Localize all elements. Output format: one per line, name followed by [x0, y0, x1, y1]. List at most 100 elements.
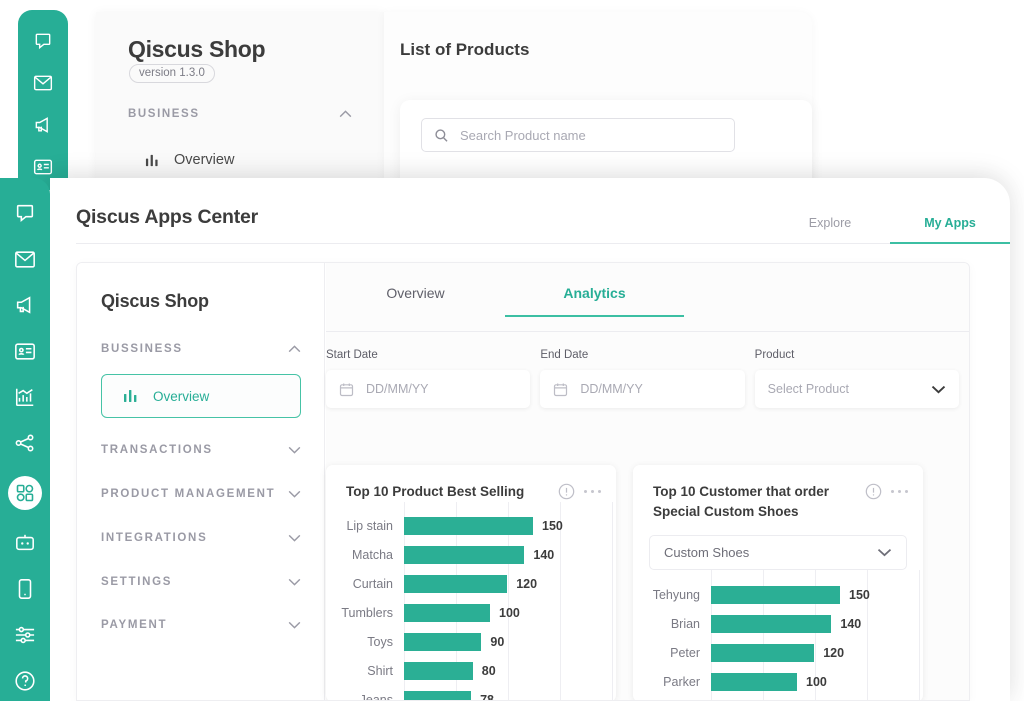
- more-horizontal-icon[interactable]: [584, 490, 602, 494]
- sidebar-group-bussiness[interactable]: BUSSINESS: [101, 339, 301, 359]
- analytics-chart-icon[interactable]: [12, 384, 38, 410]
- chart-bar: [404, 633, 481, 651]
- sidebar-group-label: INTEGRATIONS: [101, 532, 207, 544]
- background-nav-item-overview[interactable]: Overview: [145, 152, 234, 168]
- background-nav-rail: [18, 10, 68, 190]
- chart-bar-label: Matcha: [326, 548, 404, 562]
- search-product-field[interactable]: Search Product name: [421, 118, 735, 152]
- mobile-device-icon[interactable]: [12, 576, 38, 602]
- start-date-input[interactable]: DD/MM/YY: [326, 370, 530, 408]
- tab-my-apps[interactable]: My Apps: [890, 216, 1010, 244]
- end-date-input[interactable]: DD/MM/YY: [540, 370, 744, 408]
- start-date-label: Start Date: [326, 349, 530, 361]
- contact-card-icon[interactable]: [12, 338, 38, 364]
- chart-bar-label: Parker: [633, 675, 711, 689]
- chart-bar-label: Curtain: [326, 577, 404, 591]
- product-select[interactable]: Select Product: [755, 370, 959, 408]
- search-icon: [434, 128, 449, 143]
- chart-bar-label: Peter: [633, 646, 711, 660]
- chart-bar: [404, 662, 473, 680]
- page-title: Qiscus Apps Center: [76, 206, 258, 229]
- chart-bar-label: Shirt: [326, 664, 404, 678]
- chat-bubble-icon[interactable]: [12, 200, 38, 226]
- chart-bar-value: 120: [814, 646, 844, 660]
- chart-bar-row: Peter 120: [633, 638, 923, 667]
- chart-card-best-selling: Top 10 Product Best Selling Lip: [326, 465, 616, 701]
- filter-end-date: End Date DD/MM/YY: [540, 349, 744, 408]
- sidebar-group-label: PAYMENT: [101, 619, 167, 631]
- calendar-icon: [553, 382, 568, 397]
- tab-analytics[interactable]: Analytics: [505, 285, 684, 317]
- chart-bar-value: 100: [797, 675, 827, 689]
- chevron-down-icon: [288, 534, 301, 542]
- sidebar-group-payment[interactable]: PAYMENT: [101, 615, 301, 635]
- help-circle-icon[interactable]: [12, 668, 38, 694]
- chart-bar-value: 90: [481, 635, 504, 649]
- megaphone-icon[interactable]: [32, 114, 54, 136]
- chat-bubble-icon[interactable]: [32, 30, 54, 52]
- robot-icon[interactable]: [12, 530, 38, 556]
- sidebar-item-overview[interactable]: Overview: [101, 374, 301, 418]
- chart-bar-row: Matcha140: [326, 541, 616, 570]
- chart-card-header: Top 10 Customer that order Special Custo…: [633, 465, 923, 521]
- sidebar-group-transactions[interactable]: TRANSACTIONS: [101, 440, 301, 460]
- chevron-up-icon: [288, 345, 301, 353]
- chart-bar: [404, 604, 490, 622]
- more-horizontal-icon[interactable]: [891, 490, 909, 494]
- chart-title: Top 10 Customer that order Special Custo…: [653, 482, 843, 521]
- envelope-icon[interactable]: [12, 246, 38, 272]
- bar-chart-icon: [123, 388, 139, 404]
- chart-card-header: Top 10 Product Best Selling: [326, 465, 616, 502]
- sidebar-group-label: BUSSINESS: [101, 343, 183, 355]
- chart-bar-row: Tumblers100: [326, 599, 616, 628]
- chart-bar-value: 150: [840, 588, 870, 602]
- chart-bar-value: 80: [473, 664, 496, 678]
- custom-shoes-select[interactable]: Custom Shoes: [649, 535, 907, 570]
- contact-card-icon[interactable]: [32, 156, 54, 178]
- envelope-icon[interactable]: [32, 72, 54, 94]
- tab-overview[interactable]: Overview: [326, 285, 505, 317]
- sidebar-item-label: Overview: [153, 389, 209, 404]
- pane-tabs-divider: [326, 331, 969, 332]
- exclamation-circle-icon[interactable]: [865, 483, 882, 500]
- filter-product: Product Select Product: [755, 349, 959, 408]
- chart-card-actions: [558, 482, 602, 500]
- chevron-up-icon: [339, 110, 352, 118]
- tab-explore[interactable]: Explore: [770, 216, 890, 244]
- sidebar-group-settings[interactable]: SETTINGS: [101, 572, 301, 592]
- chart-bar-value: 120: [507, 577, 537, 591]
- chart-card-top-customers: Top 10 Customer that order Special Custo…: [633, 465, 923, 701]
- sliders-settings-icon[interactable]: [12, 622, 38, 648]
- content-card: Qiscus Shop BUSSINESS Overview TRANSACTI…: [76, 262, 970, 701]
- chevron-down-icon: [931, 385, 946, 394]
- apps-grid-icon[interactable]: [8, 476, 42, 510]
- chevron-down-icon: [288, 621, 301, 629]
- chart-bar-row: Lip stain150: [326, 512, 616, 541]
- chevron-down-icon: [288, 490, 301, 498]
- chart-bar-row: Aaron90: [633, 696, 923, 701]
- chart-bar-value: 100: [490, 606, 520, 620]
- background-nav-group-business[interactable]: BUSINESS: [128, 108, 352, 120]
- share-network-icon[interactable]: [12, 430, 38, 456]
- exclamation-circle-icon[interactable]: [558, 483, 575, 500]
- chart-plot-area: Tehyung150Brian140Peter120Parker100Aaron…: [633, 570, 923, 701]
- megaphone-icon[interactable]: [12, 292, 38, 318]
- product-select-placeholder: Select Product: [768, 382, 919, 396]
- chart-bar-row: Toys90: [326, 628, 616, 657]
- background-app-title: Qiscus Shop: [128, 36, 265, 63]
- chart-bar: [711, 586, 840, 604]
- analytics-pane: Overview Analytics Start Date DD/MM/YY: [326, 263, 969, 700]
- chart-bar-row: Curtain 120: [326, 570, 616, 599]
- main-nav-rail: [0, 178, 50, 701]
- chart-card-actions: [865, 482, 909, 500]
- chart-bar-value: 150: [533, 519, 563, 533]
- sidebar-group-label: SETTINGS: [101, 576, 172, 588]
- chart-bar: [711, 615, 831, 633]
- chart-bar: [404, 691, 471, 701]
- chart-bar: [711, 644, 814, 662]
- chart-title: Top 10 Product Best Selling: [346, 482, 524, 502]
- chart-bar-label: Jeans: [326, 693, 404, 701]
- sidebar-group-integrations[interactable]: INTEGRATIONS: [101, 528, 301, 548]
- sidebar-group-product-management[interactable]: PRODUCT MANAGEMENT: [101, 484, 301, 504]
- end-date-label: End Date: [540, 349, 744, 361]
